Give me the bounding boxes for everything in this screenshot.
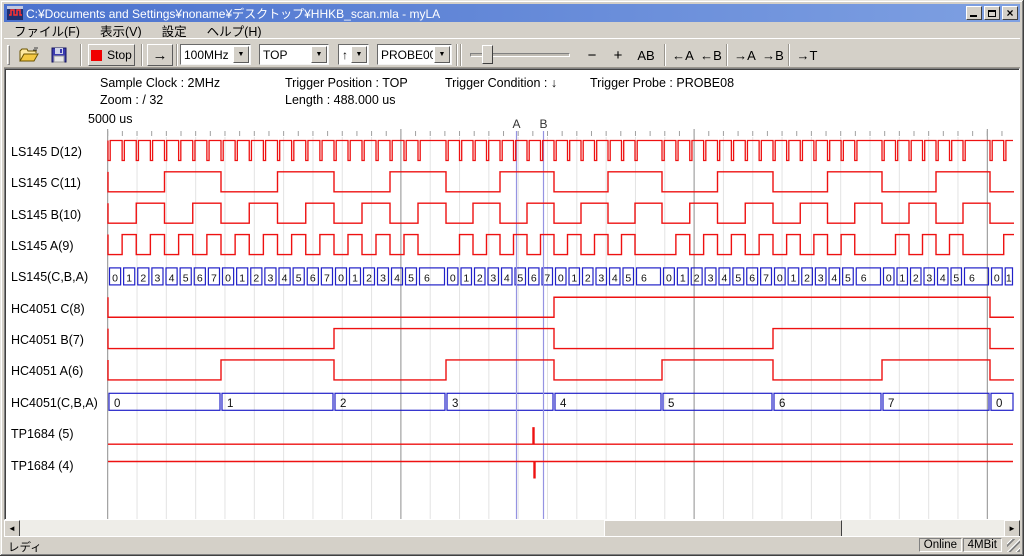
svg-text:6: 6 (531, 272, 537, 284)
channel-label: LS145 A(9) (11, 239, 105, 257)
svg-text:5: 5 (517, 272, 523, 284)
svg-text:2: 2 (477, 272, 483, 284)
svg-text:3: 3 (380, 272, 386, 284)
svg-text:2: 2 (694, 272, 700, 284)
svg-text:A: A (512, 117, 520, 131)
svg-text:5: 5 (296, 272, 302, 284)
length-info: Length : 488.000 us (285, 93, 396, 107)
svg-text:4: 4 (940, 272, 946, 284)
svg-text:B: B (539, 117, 547, 131)
trigger-probe-info: Trigger Probe : PROBE08 (590, 76, 734, 90)
svg-text:4: 4 (612, 272, 618, 284)
svg-text:4: 4 (504, 272, 510, 284)
svg-text:6: 6 (861, 272, 867, 284)
svg-text:0: 0 (450, 272, 456, 284)
svg-text:0: 0 (666, 272, 672, 284)
channel-label: LS145 D(12) (11, 145, 105, 163)
svg-text:3: 3 (818, 272, 824, 284)
channel-label: TP1684 (4) (11, 459, 105, 477)
svg-text:2: 2 (140, 272, 146, 284)
svg-text:2: 2 (340, 398, 346, 410)
time-division-label: 5000 us (88, 112, 132, 126)
svg-text:7: 7 (211, 272, 217, 284)
svg-text:7: 7 (763, 272, 769, 284)
channel-label: HC4051 C(8) (11, 302, 105, 320)
svg-text:1: 1 (227, 398, 233, 410)
svg-text:5: 5 (183, 272, 189, 284)
svg-text:0: 0 (777, 272, 783, 284)
svg-text:6: 6 (424, 272, 430, 284)
svg-text:1: 1 (571, 272, 577, 284)
svg-text:6: 6 (779, 398, 785, 410)
svg-text:6: 6 (197, 272, 203, 284)
svg-text:2: 2 (366, 272, 372, 284)
trigger-position-info: Trigger Position : TOP (285, 76, 408, 90)
svg-text:4: 4 (722, 272, 728, 284)
zoom-info: Zoom : / 32 (100, 93, 163, 107)
trigger-condition-info: Trigger Condition : ↓ (445, 76, 557, 90)
svg-text:1: 1 (1006, 272, 1012, 284)
svg-text:2: 2 (585, 272, 591, 284)
svg-text:1: 1 (899, 272, 905, 284)
svg-text:1: 1 (239, 272, 245, 284)
svg-text:4: 4 (169, 272, 175, 284)
app-window: C:¥Documents and Settings¥noname¥デスクトップ¥… (0, 0, 1024, 556)
svg-text:6: 6 (969, 272, 975, 284)
svg-text:0: 0 (886, 272, 892, 284)
svg-text:7: 7 (544, 272, 550, 284)
svg-text:7: 7 (888, 398, 894, 410)
svg-text:5: 5 (845, 272, 851, 284)
svg-text:1: 1 (791, 272, 797, 284)
channel-label: HC4051 B(7) (11, 333, 105, 351)
svg-text:6: 6 (310, 272, 316, 284)
svg-text:5: 5 (735, 272, 741, 284)
svg-text:3: 3 (155, 272, 161, 284)
sample-clock-info: Sample Clock : 2MHz (100, 76, 220, 90)
svg-text:2: 2 (913, 272, 919, 284)
svg-text:7: 7 (324, 272, 330, 284)
svg-text:1: 1 (126, 272, 132, 284)
svg-text:5: 5 (625, 272, 631, 284)
svg-text:4: 4 (282, 272, 288, 284)
svg-text:5: 5 (408, 272, 414, 284)
svg-text:4: 4 (394, 272, 400, 284)
channel-label: HC4051(C,B,A) (11, 396, 105, 414)
svg-text:3: 3 (490, 272, 496, 284)
svg-text:0: 0 (114, 398, 120, 410)
svg-text:3: 3 (452, 398, 458, 410)
svg-text:6: 6 (641, 272, 647, 284)
svg-text:1: 1 (352, 272, 358, 284)
channel-label: TP1684 (5) (11, 427, 105, 445)
svg-text:5: 5 (668, 398, 674, 410)
svg-text:3: 3 (268, 272, 274, 284)
svg-text:4: 4 (560, 398, 567, 410)
svg-text:3: 3 (598, 272, 604, 284)
svg-text:0: 0 (338, 272, 344, 284)
svg-text:0: 0 (994, 272, 1000, 284)
svg-text:1: 1 (680, 272, 686, 284)
channel-label: LS145 C(11) (11, 176, 105, 194)
channel-label: HC4051 A(6) (11, 364, 105, 382)
channel-label: LS145 B(10) (11, 208, 105, 226)
svg-text:5: 5 (953, 272, 959, 284)
svg-text:2: 2 (804, 272, 810, 284)
svg-text:0: 0 (996, 398, 1002, 410)
svg-text:6: 6 (749, 272, 755, 284)
svg-text:0: 0 (558, 272, 564, 284)
svg-text:0: 0 (112, 272, 118, 284)
svg-text:4: 4 (831, 272, 837, 284)
svg-text:3: 3 (708, 272, 714, 284)
svg-text:2: 2 (253, 272, 259, 284)
svg-text:1: 1 (463, 272, 469, 284)
channel-label: LS145(C,B,A) (11, 270, 105, 288)
svg-text:0: 0 (225, 272, 231, 284)
svg-text:3: 3 (926, 272, 932, 284)
